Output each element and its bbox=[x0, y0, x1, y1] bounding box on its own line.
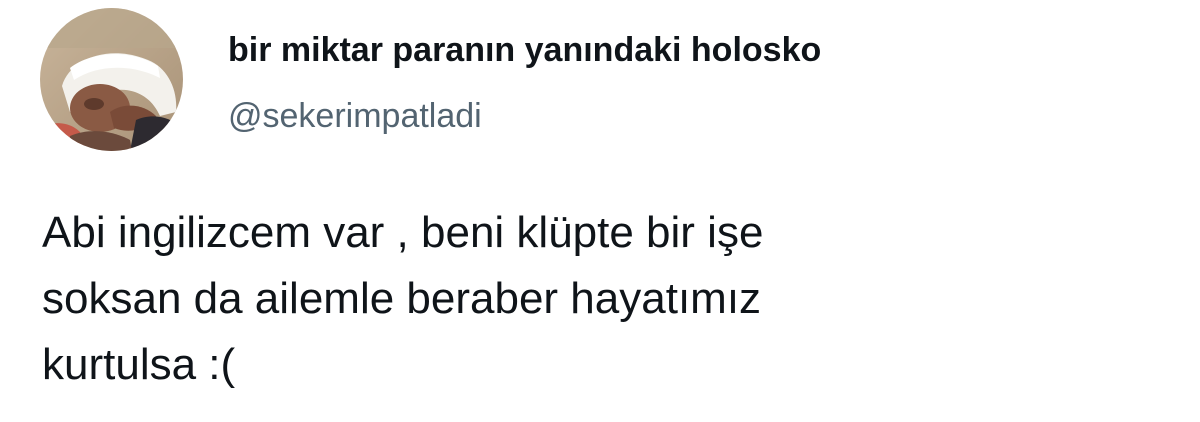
profile-photo-icon bbox=[40, 8, 183, 151]
tweet-text-line: soksan da ailemle beraber hayatımız bbox=[42, 274, 762, 323]
author-name[interactable]: bir miktar paranın yanındaki holosko bbox=[228, 26, 1090, 74]
tweet-card: bir miktar paranın yanındaki holosko @se… bbox=[0, 0, 1200, 422]
tweet-text-line: Abi ingilizcem var , beni klüpte bir işe bbox=[42, 208, 764, 257]
tweet-text-line: kurtulsa :( bbox=[42, 340, 236, 389]
avatar[interactable] bbox=[40, 8, 183, 151]
tweet-text: Abi ingilizcem var , beni klüpte bir işe… bbox=[42, 200, 1082, 398]
author-handle[interactable]: @sekerimpatladi bbox=[228, 92, 482, 140]
